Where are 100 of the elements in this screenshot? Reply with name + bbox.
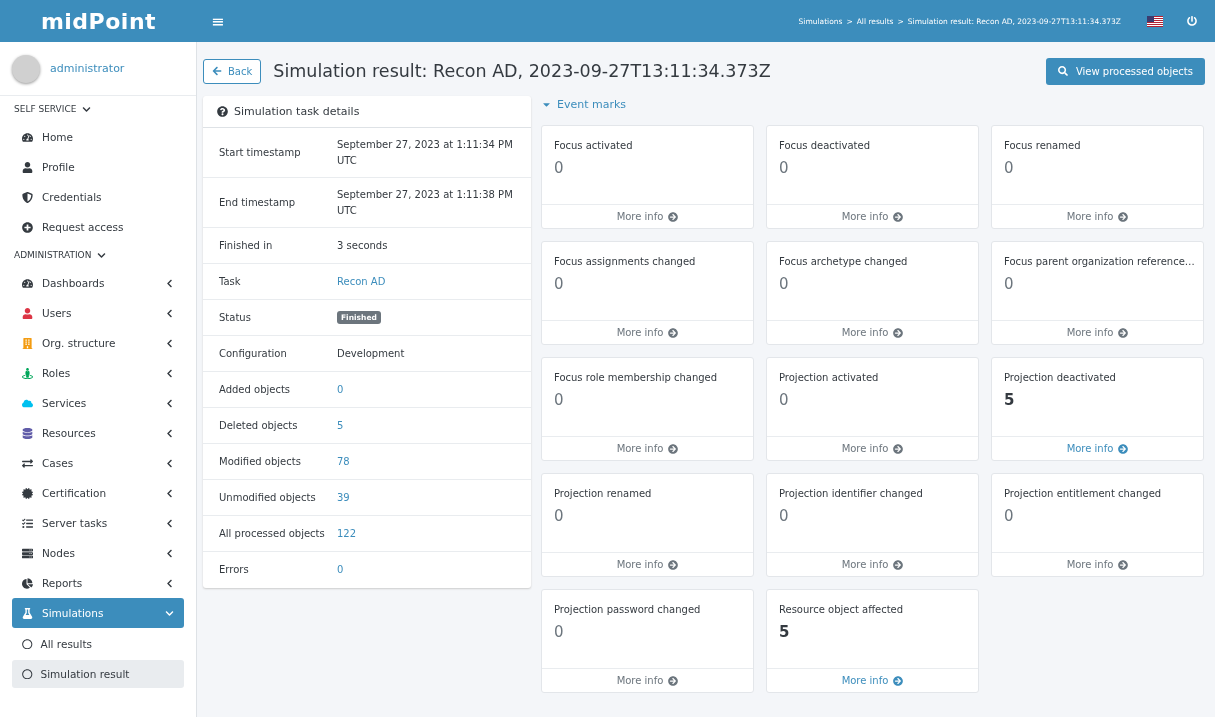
sidebar-item[interactable]: Server tasks bbox=[12, 508, 184, 538]
field-label: Configuration bbox=[219, 346, 288, 361]
value-link[interactable]: 39 bbox=[337, 489, 515, 506]
card-title: Focus parent organization reference… bbox=[1003, 255, 1196, 267]
value-link[interactable]: 5 bbox=[337, 417, 515, 434]
sidebar-item[interactable]: Roles bbox=[12, 358, 184, 388]
menu-icon[interactable]: ≡ bbox=[211, 11, 225, 31]
card-count: 5 bbox=[1003, 390, 1016, 411]
field-label: Unmodified objects bbox=[219, 490, 317, 505]
sidebar-item[interactable]: Simulations bbox=[12, 598, 184, 628]
card-title: Focus deactivated bbox=[778, 139, 872, 151]
back-button[interactable]: Back bbox=[203, 58, 262, 84]
arrow-right-icon bbox=[893, 443, 904, 454]
sidebar-item[interactable]: Reports bbox=[12, 568, 184, 598]
more-info-link[interactable]: More info bbox=[767, 204, 978, 228]
card-title: Projection deactivated bbox=[1003, 371, 1117, 383]
user-name-link[interactable]: administrator bbox=[50, 62, 125, 75]
arrow-right-icon bbox=[668, 211, 679, 222]
value-link[interactable]: 78 bbox=[337, 453, 515, 470]
sidebar-subitem[interactable]: All results bbox=[12, 630, 184, 658]
sidebar-item[interactable]: Users bbox=[12, 298, 184, 328]
value-link[interactable]: 122 bbox=[337, 525, 515, 542]
server-icon bbox=[22, 547, 36, 559]
sidebar-subitem[interactable]: Simulation result bbox=[12, 660, 184, 688]
more-info-link[interactable]: More info bbox=[767, 552, 978, 576]
more-info-link[interactable]: More info bbox=[542, 552, 753, 576]
more-info-link[interactable]: More info bbox=[542, 320, 753, 344]
card-count: 0 bbox=[778, 506, 790, 527]
arrow-right-icon bbox=[1118, 559, 1129, 570]
logo[interactable]: midPoint bbox=[0, 8, 197, 34]
arrow-right-icon bbox=[668, 327, 679, 338]
more-info-link[interactable]: More info bbox=[767, 320, 978, 344]
sidebar-item[interactable]: Credentials bbox=[12, 182, 184, 212]
shield-icon bbox=[22, 191, 36, 203]
sidebar-item[interactable]: Nodes bbox=[12, 538, 184, 568]
more-info-link[interactable]: More info bbox=[992, 436, 1203, 460]
card-count: 0 bbox=[1003, 274, 1015, 295]
card-count: 0 bbox=[553, 390, 565, 411]
sidebar-item[interactable]: Profile bbox=[12, 152, 184, 182]
value-link[interactable]: 0 bbox=[337, 381, 515, 398]
view-objects-button[interactable]: View processed objects bbox=[1045, 57, 1205, 85]
sidebar-item[interactable]: Resources bbox=[12, 418, 184, 448]
more-info-link[interactable]: More info bbox=[992, 552, 1203, 576]
more-info-link[interactable]: More info bbox=[542, 436, 753, 460]
power-icon[interactable] bbox=[1187, 16, 1197, 26]
flag-icon[interactable] bbox=[1147, 15, 1163, 27]
sidebar-item[interactable]: Certification bbox=[12, 478, 184, 508]
section-title[interactable]: SELF SERVICE bbox=[12, 96, 184, 122]
card-count: 0 bbox=[778, 390, 790, 411]
more-info-link[interactable]: More info bbox=[542, 668, 753, 692]
plus-icon bbox=[22, 221, 36, 233]
tasks-icon bbox=[22, 517, 36, 529]
section-title[interactable]: ADMINISTRATION bbox=[12, 242, 184, 268]
field-label: Finished in bbox=[219, 238, 274, 253]
card-count: 0 bbox=[778, 274, 790, 295]
more-info-link[interactable]: More info bbox=[542, 204, 753, 228]
sidebar-item[interactable]: Request access bbox=[12, 212, 184, 242]
field-label: Deleted objects bbox=[219, 418, 299, 433]
arrow-right-icon bbox=[1118, 443, 1129, 454]
card-title: Focus activated bbox=[553, 139, 634, 151]
field-label: Errors bbox=[219, 563, 250, 578]
arrow-left-icon bbox=[212, 66, 222, 76]
field-value: September 27, 2023 at 1:11:34 PM UTC bbox=[337, 138, 514, 168]
card-count: 0 bbox=[778, 158, 790, 179]
arrow-right-icon bbox=[893, 675, 904, 686]
arrow-right-icon bbox=[668, 443, 679, 454]
more-info-link[interactable]: More info bbox=[767, 436, 978, 460]
pie-chart-icon bbox=[22, 577, 36, 589]
card-count: 0 bbox=[553, 506, 565, 527]
value-link[interactable]: Recon AD bbox=[337, 273, 515, 290]
sidebar-item[interactable]: Services bbox=[12, 388, 184, 418]
field-label: Added objects bbox=[219, 382, 292, 397]
card-title: Projection identifier changed bbox=[778, 487, 924, 499]
field-label: Modified objects bbox=[219, 454, 302, 469]
card-title: Projection entitlement changed bbox=[1003, 487, 1163, 499]
card-title: Resource object affected bbox=[778, 603, 905, 615]
value-link[interactable]: 0 bbox=[337, 562, 515, 578]
arrows-icon bbox=[22, 457, 36, 469]
certificate-icon bbox=[22, 487, 36, 499]
card-title: Projection activated bbox=[778, 371, 880, 383]
event-marks-toggle[interactable]: Event marks bbox=[541, 96, 1205, 112]
arrow-right-icon bbox=[893, 211, 904, 222]
sidebar-item[interactable]: Dashboards bbox=[12, 268, 184, 298]
panel-title: Simulation task details bbox=[234, 105, 360, 118]
sidebar-item[interactable]: Org. structure bbox=[12, 328, 184, 358]
more-info-link[interactable]: More info bbox=[992, 320, 1203, 344]
help-icon[interactable] bbox=[217, 106, 228, 117]
field-value: 3 seconds bbox=[337, 238, 389, 253]
field-label: All processed objects bbox=[219, 526, 326, 541]
card-count: 0 bbox=[1003, 506, 1015, 527]
field-label: Status bbox=[219, 310, 252, 325]
card-title: Focus renamed bbox=[1003, 139, 1082, 151]
sidebar-item[interactable]: Home bbox=[12, 122, 184, 152]
sidebar-item[interactable]: Cases bbox=[12, 448, 184, 478]
arrow-right-icon bbox=[668, 675, 679, 686]
gauge-icon bbox=[22, 277, 36, 289]
more-info-link[interactable]: More info bbox=[992, 204, 1203, 228]
cloud-icon bbox=[22, 397, 36, 409]
more-info-link[interactable]: More info bbox=[767, 668, 978, 692]
card-count: 0 bbox=[553, 274, 565, 295]
